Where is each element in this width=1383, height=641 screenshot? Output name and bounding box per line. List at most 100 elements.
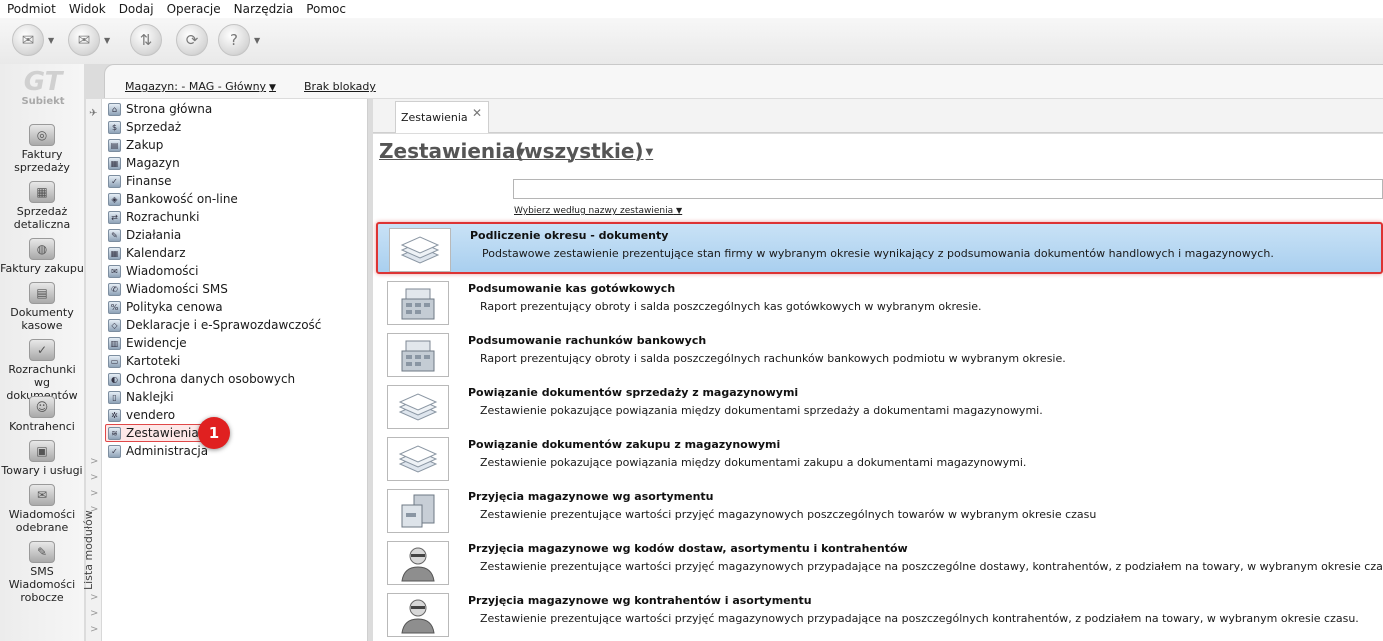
leftbar-item-towary[interactable]: ▣ Towary i usługi [0, 440, 84, 477]
sms-icon: ✎ [29, 541, 55, 563]
bank-icon: ◈ [108, 192, 121, 206]
report-row-powiazanie-zakupu[interactable]: Powiązanie dokumentów zakupu z magazynow… [376, 433, 1383, 485]
leftbar-item-sms-robocze[interactable]: ✎ SMS Wiadomości robocze [0, 541, 84, 604]
message-icon: ✉ [108, 264, 121, 278]
person-icon [387, 593, 449, 637]
leftbar-item-rozrachunki[interactable]: ✓ Rozrachunki wg dokumentów [0, 339, 84, 402]
reports-filter-dropdown[interactable]: (wszystkie) ▼ [515, 139, 653, 163]
tab-label: Zestawienia [401, 111, 468, 124]
cash-machine-icon [387, 333, 449, 377]
module-bankowosc[interactable]: ◈ Bankowość on-line [108, 190, 238, 208]
leftbar-item-kontrahenci[interactable]: ☺ Kontrahenci [0, 396, 84, 433]
exchange-icon[interactable]: ⇅ [130, 24, 162, 56]
warehouse-label: Magazyn: - MAG - Główny [125, 80, 267, 93]
admin-icon: ✓ [108, 444, 121, 458]
leftbar-item-dokumenty-kasowe[interactable]: ▤ Dokumenty kasowe [0, 282, 84, 332]
documents-stack-icon [389, 228, 451, 272]
leftbar-label: Kontrahenci [9, 420, 75, 433]
report-row-podliczenie[interactable]: Podliczenie okresu - dokumenty Podstawow… [376, 222, 1383, 274]
module-zakup[interactable]: ▤ Zakup [108, 136, 163, 154]
chevron-right-icon[interactable]: > [90, 472, 98, 483]
settlements-icon: ⇄ [108, 210, 121, 224]
menu-podmiot[interactable]: Podmiot [0, 0, 62, 18]
module-wiadomosci[interactable]: ✉ Wiadomości [108, 262, 198, 280]
module-naklejki[interactable]: ▯ Naklejki [108, 388, 174, 406]
help-icon[interactable]: ? [218, 24, 250, 56]
chevron-right-icon[interactable]: > [90, 592, 98, 603]
send-dropdown-icon[interactable]: ▼ [48, 36, 54, 45]
report-row-powiazanie-sprzedazy[interactable]: Powiązanie dokumentów sprzedaży z magazy… [376, 381, 1383, 433]
menu-pomoc[interactable]: Pomoc [299, 0, 352, 18]
boxes-icon [387, 489, 449, 533]
lock-status-link[interactable]: Brak blokady [304, 80, 376, 93]
module-ochrona-danych[interactable]: ◐ Ochrona danych osobowych [108, 370, 295, 388]
reports-icon: ≋ [108, 426, 121, 440]
module-magazyn[interactable]: ▦ Magazyn [108, 154, 180, 172]
receive-icon[interactable]: ✉ [68, 24, 100, 56]
menu-narzedzia[interactable]: Narzędzia [227, 0, 300, 18]
leftbar-item-wiadomosci-odebrane[interactable]: ✉ Wiadomości odebrane [0, 484, 84, 534]
leftbar-item-faktury-zakupu[interactable]: ◍ Faktury zakupu [0, 238, 84, 275]
reports-title-dropdown[interactable]: Zestawienia ▼ [379, 139, 525, 163]
module-deklaracje[interactable]: ◇ Deklaracje i e-Sprawozdawczość [108, 316, 321, 334]
chevron-right-icon[interactable]: > [90, 608, 98, 619]
module-kalendarz[interactable]: ▦ Kalendarz [108, 244, 186, 262]
report-row-przyjecia-kontrahenci[interactable]: Przyjęcia magazynowe wg kontrahentów i a… [376, 589, 1383, 641]
report-title: Podliczenie okresu - dokumenty [470, 229, 669, 242]
report-row-przyjecia-asortyment[interactable]: Przyjęcia magazynowe wg asortymentu Zest… [376, 485, 1383, 537]
module-vendero[interactable]: ✲ vendero [108, 406, 175, 424]
module-finanse[interactable]: ✓ Finanse [108, 172, 172, 190]
report-search-input[interactable] [513, 179, 1383, 199]
person-icon [387, 541, 449, 585]
leftbar-item-faktury-sprzedazy[interactable]: ◎ Faktury sprzedaży [0, 124, 84, 174]
module-strona-glowna[interactable]: ⌂ Strona główna [108, 100, 212, 118]
warehouse-selector[interactable]: Magazyn: - MAG - Główny ▼ [125, 80, 276, 93]
module-dzialania[interactable]: ✎ Działania [108, 226, 181, 244]
report-row-kasy[interactable]: Podsumowanie kas gotówkowych Raport prez… [376, 277, 1383, 329]
leftbar-label: Towary i usługi [1, 464, 83, 477]
chevron-right-icon[interactable]: > [90, 488, 98, 499]
leftbar-item-sprzedaz-detaliczna[interactable]: ▦ Sprzedaż detaliczna [0, 181, 84, 231]
menu-operacje[interactable]: Operacje [160, 0, 227, 18]
subiekt-logo: GT Subiekt [8, 68, 78, 108]
logo-text: Subiekt [21, 96, 65, 107]
send-icon[interactable]: ✉ [12, 24, 44, 56]
module-administracja[interactable]: ✓ Administracja [108, 442, 208, 460]
report-desc: Zestawienie prezentujące wartości przyję… [480, 508, 1097, 521]
pin-icon[interactable]: ✈ [89, 108, 97, 119]
documents-stack-icon [387, 437, 449, 481]
inbox-icon: ✉ [29, 484, 55, 506]
report-row-przyjecia-kody-dostaw[interactable]: Przyjęcia magazynowe wg kodów dostaw, as… [376, 537, 1383, 589]
calendar-icon: ▦ [108, 246, 121, 260]
report-title: Przyjęcia magazynowe wg kodów dostaw, as… [468, 542, 908, 555]
chevron-right-icon[interactable]: > [90, 504, 98, 515]
cash-machine-icon [387, 281, 449, 325]
coins-icon: ◎ [29, 124, 55, 146]
sticker-icon: ▯ [108, 390, 121, 404]
leftbar-label: SMS Wiadomości robocze [8, 565, 76, 604]
menu-widok[interactable]: Widok [62, 0, 112, 18]
report-row-rachunki[interactable]: Podsumowanie rachunków bankowych Raport … [376, 329, 1383, 381]
leftbar-label: Dokumenty kasowe [10, 306, 74, 332]
leftbar-label: Sprzedaż detaliczna [13, 205, 71, 231]
leftbar-label: Wiadomości odebrane [8, 508, 76, 534]
module-rozrachunki[interactable]: ⇄ Rozrachunki [108, 208, 199, 226]
module-ewidencje[interactable]: ▥ Ewidencje [108, 334, 187, 352]
module-zestawienia[interactable]: ≋ Zestawienia [105, 424, 203, 442]
chevron-right-icon[interactable]: > [90, 456, 98, 467]
close-icon[interactable]: ✕ [472, 106, 482, 120]
report-title: Powiązanie dokumentów zakupu z magazynow… [468, 438, 781, 451]
module-wiadomosci-sms[interactable]: ✆ Wiadomości SMS [108, 280, 228, 298]
sync-icon[interactable]: ⟳ [176, 24, 208, 56]
module-kartoteki[interactable]: ▭ Kartoteki [108, 352, 180, 370]
module-sprzedaz[interactable]: $ Sprzedaż [108, 118, 181, 136]
report-desc: Zestawienie prezentujące wartości przyję… [480, 560, 1383, 573]
receive-dropdown-icon[interactable]: ▼ [104, 36, 110, 45]
menu-dodaj[interactable]: Dodaj [112, 0, 160, 18]
report-desc: Raport prezentujący obroty i salda poszc… [480, 300, 982, 313]
chevron-right-icon[interactable]: > [90, 624, 98, 635]
search-mode-dropdown[interactable]: Wybierz według nazwy zestawienia ▼ [514, 206, 682, 216]
help-dropdown-icon[interactable]: ▼ [254, 36, 260, 45]
module-polityka-cenowa[interactable]: % Polityka cenowa [108, 298, 223, 316]
settlements-icon: ✓ [29, 339, 55, 361]
